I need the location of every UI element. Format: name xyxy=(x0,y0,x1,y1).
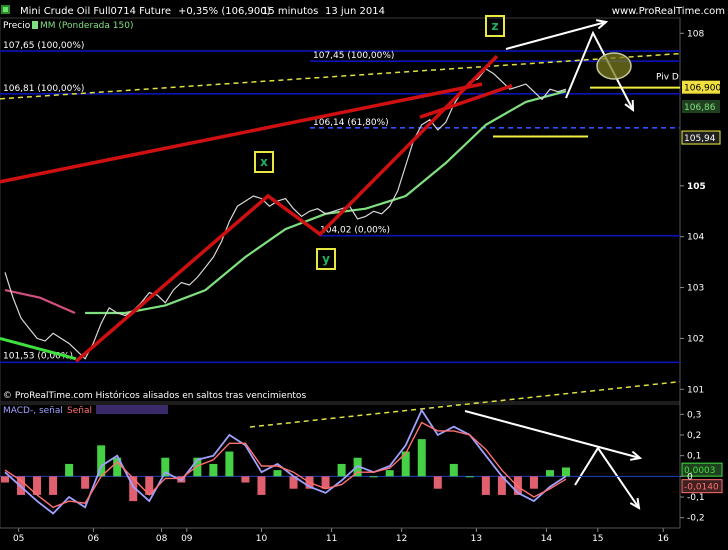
macd-histogram-bar xyxy=(385,470,394,477)
macd-y-tick-label: 0,2 xyxy=(687,431,701,441)
x-tick-label: 10 xyxy=(256,534,268,544)
price-label-current: 106,900 xyxy=(684,84,721,94)
chart-root: Mini Crude Oil Full0714 Future +0,35% (1… xyxy=(0,0,728,546)
wave-label: y xyxy=(322,252,330,266)
pivot-label: Piv D xyxy=(656,73,679,83)
macd-legend-bar xyxy=(96,405,168,414)
macd-y-tick-label: 0 xyxy=(687,472,693,482)
y-tick-label: 101 xyxy=(687,385,704,395)
x-tick-label: 14 xyxy=(541,534,553,544)
macd-histogram-bar xyxy=(417,439,426,477)
price-label-support: 105,94 xyxy=(684,134,716,144)
macd-y-tick-label: -0,2 xyxy=(687,514,705,524)
x-tick-label: 09 xyxy=(181,534,193,544)
macd-histogram-bar xyxy=(433,476,442,489)
macd-histogram-bar xyxy=(369,476,378,478)
macd-histogram-bar xyxy=(225,451,234,477)
level-label: 106,81 (100,00%) xyxy=(3,84,84,94)
target-ellipse xyxy=(596,52,632,80)
chart-date: 13 jun 2014 xyxy=(325,6,385,17)
macd-histogram-bar xyxy=(209,463,218,477)
macd-histogram-bar xyxy=(529,476,538,489)
wave-label: x xyxy=(260,155,268,169)
legend-macd: MACD-, señal xyxy=(3,406,63,416)
website-label: www.ProRealTime.com xyxy=(612,6,725,17)
x-tick-label: 16 xyxy=(657,534,669,544)
y-tick-label: 104 xyxy=(687,233,704,243)
macd-histogram-bar xyxy=(65,463,74,477)
macd-histogram-bar xyxy=(337,463,346,477)
wave-label: z xyxy=(492,19,499,33)
x-tick-label: 06 xyxy=(88,534,100,544)
macd-histogram-bar xyxy=(449,463,458,477)
macd-histogram-bar xyxy=(481,476,490,495)
legend-signal: Señal xyxy=(67,406,92,416)
x-tick-label: 13 xyxy=(471,534,482,544)
price-change: +0,35% (106,900) xyxy=(178,6,271,17)
level-label: 107,65 (100,00%) xyxy=(3,41,84,51)
signal-value: -0,0140 xyxy=(684,483,719,493)
macd-y-tick-label: 0,1 xyxy=(687,452,701,462)
x-tick-label: 15 xyxy=(592,534,603,544)
y-tick-label: 102 xyxy=(687,334,704,344)
timeframe: 15 minutos xyxy=(262,6,318,17)
legend-price: Precio xyxy=(3,21,31,31)
macd-y-tick-label: -0,1 xyxy=(687,493,705,503)
macd-y-tick-label: 0,3 xyxy=(687,410,701,420)
macd-histogram-bar xyxy=(81,476,90,489)
macd-histogram-bar xyxy=(1,476,9,483)
level-label: 106,14 (61,80%) xyxy=(313,118,389,128)
macd-histogram-bar xyxy=(562,467,570,477)
macd-histogram-bar xyxy=(465,476,474,478)
level-label: 107,45 (100,00%) xyxy=(313,51,394,61)
macd-histogram-bar xyxy=(241,476,250,483)
x-tick-label: 08 xyxy=(156,534,168,544)
macd-histogram-bar xyxy=(545,470,554,477)
x-tick-label: 05 xyxy=(13,534,24,544)
y-tick-label: 105 xyxy=(687,182,706,192)
price-chart-svg: Mini Crude Oil Full0714 Future +0,35% (1… xyxy=(0,0,728,546)
footer-note: © ProRealTime.com Históricos alisados en… xyxy=(3,390,306,401)
legend-ma: MM (Ponderada 150) xyxy=(40,21,133,31)
y-tick-label: 103 xyxy=(687,284,704,294)
y-tick-label: 108 xyxy=(687,29,704,39)
instrument-title: Mini Crude Oil Full0714 Future xyxy=(20,6,171,17)
logo-inner xyxy=(3,7,8,12)
x-tick-label: 12 xyxy=(396,534,407,544)
macd-histogram-bar xyxy=(273,470,282,477)
level-label: 104,02 (0,00%) xyxy=(320,226,390,236)
macd-histogram-bar xyxy=(257,476,266,495)
price-label-ma: 106,86 xyxy=(684,103,716,113)
macd-histogram-bar xyxy=(49,476,58,495)
x-tick-label: 11 xyxy=(326,534,337,544)
ma-swatch xyxy=(32,21,38,29)
